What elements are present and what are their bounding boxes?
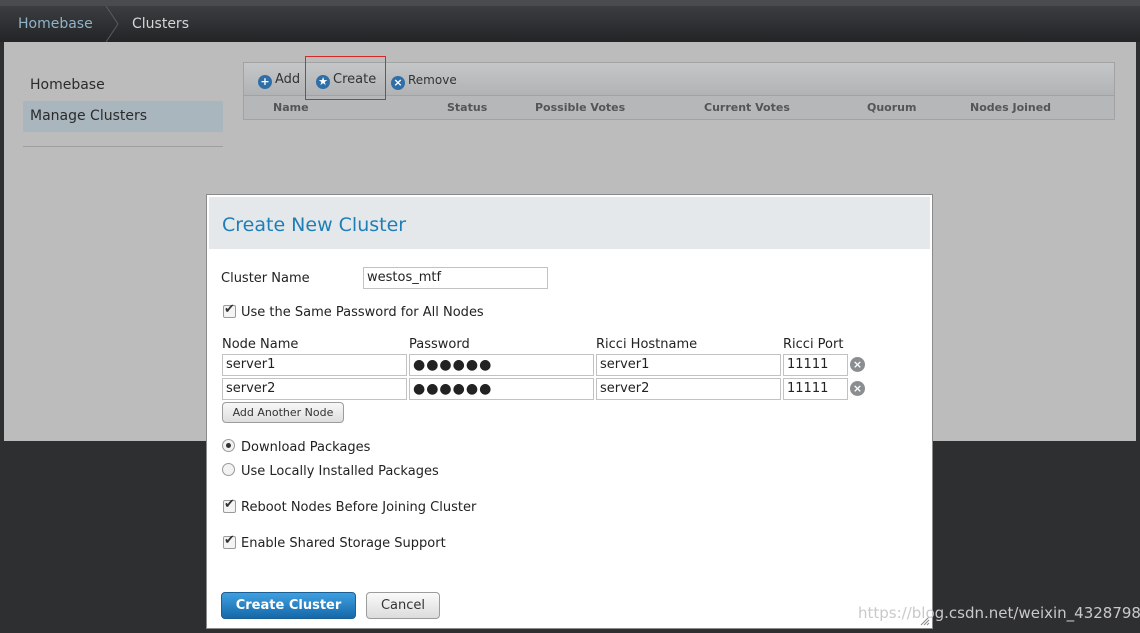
plus-icon: +	[258, 75, 272, 89]
column-header-current-votes[interactable]: Current Votes	[704, 101, 790, 114]
download-packages-label: Download Packages	[241, 440, 371, 455]
shared-storage-checkbox[interactable]	[223, 533, 236, 549]
node-name-input[interactable]: server2	[222, 378, 407, 400]
sidebar-item-manage-clusters[interactable]: Manage Clusters	[23, 101, 223, 132]
local-packages-radio[interactable]	[222, 463, 235, 476]
breadcrumb-separator-icon	[105, 6, 119, 42]
create-cluster-dialog: Create New Cluster Cluster Name westos_m…	[206, 194, 933, 629]
shared-storage-label: Enable Shared Storage Support	[241, 536, 446, 551]
add-label: Add	[275, 72, 301, 87]
ricci-hostname-input[interactable]: server1	[596, 354, 781, 376]
dialog-title: Create New Cluster	[222, 214, 407, 236]
create-button[interactable]: ★ Create	[316, 71, 376, 89]
column-header-name[interactable]: Name	[273, 101, 309, 114]
password-header: Password	[409, 337, 470, 352]
column-header-quorum[interactable]: Quorum	[867, 101, 916, 114]
breadcrumb-home[interactable]: Homebase	[18, 16, 93, 32]
cluster-name-label: Cluster Name	[221, 271, 310, 286]
ricci-port-header: Ricci Port	[783, 337, 844, 352]
sidebar: Homebase Manage Clusters	[23, 70, 223, 147]
create-label: Create	[333, 72, 377, 87]
column-header-status[interactable]: Status	[447, 101, 487, 114]
local-packages-label: Use Locally Installed Packages	[241, 464, 439, 479]
add-another-node-button[interactable]: Add Another Node	[222, 402, 344, 423]
cluster-toolbar: + Add ★ Create × Remove	[244, 56, 1114, 100]
same-password-checkbox[interactable]	[223, 302, 236, 318]
ricci-port-input[interactable]: 11111	[783, 354, 848, 376]
dialog-header: Create New Cluster	[209, 197, 930, 249]
column-header-possible-votes[interactable]: Possible Votes	[535, 101, 625, 114]
node-name-input[interactable]: server1	[222, 354, 407, 376]
create-cluster-button[interactable]: Create Cluster	[221, 592, 356, 619]
remove-node-icon[interactable]: ×	[850, 381, 865, 396]
add-button[interactable]: + Add	[258, 71, 300, 89]
breadcrumb-current: Clusters	[132, 16, 189, 32]
ricci-hostname-header: Ricci Hostname	[596, 337, 698, 352]
node-password-input[interactable]: ●●●●●●	[409, 378, 594, 400]
ricci-port-input[interactable]: 11111	[783, 378, 848, 400]
ricci-hostname-input[interactable]: server2	[596, 378, 781, 400]
sidebar-divider	[23, 146, 223, 147]
remove-node-icon[interactable]: ×	[850, 357, 865, 372]
star-icon: ★	[316, 75, 330, 89]
remove-label: Remove	[408, 73, 457, 87]
node-password-input[interactable]: ●●●●●●	[409, 354, 594, 376]
node-name-header: Node Name	[222, 337, 299, 352]
same-password-label: Use the Same Password for All Nodes	[241, 305, 484, 320]
remove-button[interactable]: × Remove	[391, 71, 457, 90]
sidebar-item-homebase[interactable]: Homebase	[23, 70, 223, 101]
watermark: https://blog.csdn.net/weixin_43287982	[858, 604, 1140, 622]
top-bar: Homebase Clusters	[0, 0, 1140, 42]
download-packages-radio[interactable]	[222, 439, 235, 452]
cancel-button[interactable]: Cancel	[366, 592, 440, 619]
column-header-nodes-joined[interactable]: Nodes Joined	[970, 101, 1051, 114]
cluster-name-input[interactable]: westos_mtf	[363, 267, 548, 289]
cluster-table: + Add ★ Create × Remove Name Status Possibl…	[243, 56, 1115, 120]
reboot-nodes-checkbox[interactable]	[223, 497, 236, 513]
remove-icon: ×	[391, 76, 405, 90]
reboot-nodes-label: Reboot Nodes Before Joining Cluster	[241, 500, 477, 515]
